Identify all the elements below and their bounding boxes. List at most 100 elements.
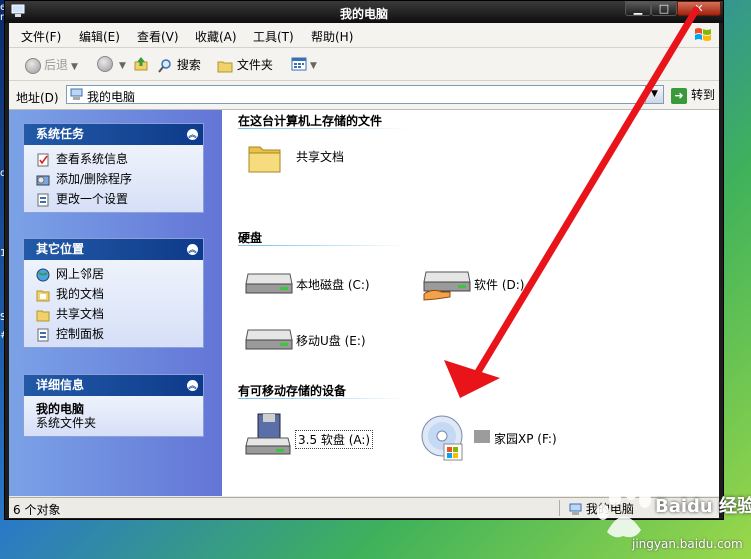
forward-button[interactable]: ▼ <box>97 56 126 72</box>
folders-button[interactable]: 文件夹 <box>217 56 273 74</box>
place-network[interactable]: 网上邻居 <box>24 264 203 284</box>
watermark-text: Baidu 经验 <box>655 496 751 517</box>
details-type: 系统文件夹 <box>36 416 97 430</box>
menu-help[interactable]: 帮助(H) <box>311 28 353 45</box>
task-add-remove-programs[interactable]: 添加/删除程序 <box>24 169 203 189</box>
go-button[interactable]: ➜ 转到 <box>671 86 715 104</box>
item-cd-f[interactable]: 家园XP (F:) <box>420 412 590 462</box>
collapse-icon[interactable]: ︽ <box>187 129 198 140</box>
address-bar: 地址(D) 我的电脑 ▼ ➜ 转到 <box>9 81 719 110</box>
hard-drive-icon <box>245 329 293 350</box>
item-label: 软件 (D:) <box>474 278 525 292</box>
title-bar[interactable]: 我的电脑 ▁ □ ✕ <box>5 1 723 23</box>
window-client: 文件(F) 编辑(E) 查看(V) 收藏(A) 工具(T) 帮助(H) 后退 ▼ … <box>9 23 719 518</box>
search-icon <box>158 58 171 73</box>
documents-icon <box>36 290 50 301</box>
details-panel: 详细信息 ︽ 我的电脑 系统文件夹 <box>23 374 204 437</box>
details-name: 我的电脑 <box>36 402 85 416</box>
address-value: 我的电脑 <box>87 90 136 104</box>
menu-tools[interactable]: 工具(T) <box>253 28 294 45</box>
folder-icon <box>36 310 50 321</box>
chevron-down-icon: ▼ <box>119 60 126 71</box>
item-drive-e[interactable]: 移动U盘 (E:) <box>244 324 404 358</box>
search-label: 搜索 <box>176 58 201 72</box>
system-info-icon <box>37 153 49 166</box>
item-floppy-a[interactable]: 3.5 软盘 (A:) <box>244 412 414 462</box>
menu-edit[interactable]: 编辑(E) <box>79 28 120 45</box>
task-label: 添加/删除程序 <box>56 172 133 186</box>
item-label: 家园XP (F:) <box>494 432 557 446</box>
item-shared-documents[interactable]: 共享文档 <box>246 138 386 178</box>
explorer-window: 我的电脑 ▁ □ ✕ 文件(F) 编辑(E) 查看(V) 收藏(A) 工具(T)… <box>4 0 724 520</box>
window-title: 我的电脑 <box>339 7 388 21</box>
place-my-documents[interactable]: 我的文档 <box>24 284 203 304</box>
maximize-button[interactable]: □ <box>651 1 677 16</box>
place-label: 网上邻居 <box>56 267 105 281</box>
cd-drive-icon <box>421 415 463 461</box>
minimize-button[interactable]: ▁ <box>625 1 651 16</box>
address-dropdown-icon[interactable]: ▼ <box>645 86 663 103</box>
item-label: 本地磁盘 (C:) <box>296 278 370 292</box>
place-control-panel[interactable]: 控制面板 <box>24 324 203 344</box>
task-change-setting[interactable]: 更改一个设置 <box>24 189 203 209</box>
folders-icon <box>217 61 233 72</box>
system-tasks-header[interactable]: 系统任务 ︽ <box>24 124 203 145</box>
status-object-count: 6 个对象 <box>13 503 61 517</box>
group-divider <box>238 128 408 129</box>
control-panel-icon <box>37 193 49 206</box>
menu-favorites[interactable]: 收藏(A) <box>195 28 237 45</box>
task-view-system-info[interactable]: 查看系统信息 <box>24 149 203 169</box>
place-shared-documents[interactable]: 共享文档 <box>24 304 203 324</box>
group-header-stored-files: 在这台计算机上存储的文件 <box>238 114 383 128</box>
details-header[interactable]: 详细信息 ︽ <box>24 375 203 396</box>
hard-drive-icon <box>245 273 293 294</box>
chevron-down-icon: ▼ <box>310 60 317 71</box>
other-places-panel: 其它位置 ︽ 网上邻居 我的文档 共享文档 控制面板 <box>23 238 204 348</box>
item-label: 移动U盘 (E:) <box>296 334 366 348</box>
folders-label: 文件夹 <box>236 58 273 72</box>
my-computer-icon <box>569 503 582 515</box>
up-folder-button[interactable] <box>133 56 149 72</box>
control-panel-icon <box>37 328 49 341</box>
place-label: 控制面板 <box>56 327 105 341</box>
group-divider <box>238 398 408 399</box>
status-location: 我的电脑 <box>569 500 634 517</box>
content-pane: 在这台计算机上存储的文件 共享文档 硬盘 本地磁盘 (C:) 软件 (D:) 移… <box>222 110 719 496</box>
back-button[interactable]: 后退 ▼ <box>25 56 78 74</box>
status-location-label: 我的电脑 <box>585 502 634 516</box>
views-button[interactable]: ▼ <box>291 56 317 72</box>
place-label: 我的文档 <box>56 287 105 301</box>
close-button[interactable]: ✕ <box>677 1 721 16</box>
watermark-url: jingyan.baidu.com <box>632 537 743 551</box>
toolbar: 后退 ▼ ▼ 搜索 文件夹 ▼ <box>9 48 719 81</box>
item-drive-d[interactable]: 软件 (D:) <box>422 266 582 306</box>
panel-title: 详细信息 <box>36 378 85 392</box>
task-label: 更改一个设置 <box>56 192 129 206</box>
panel-title: 系统任务 <box>36 127 85 141</box>
my-computer-icon <box>70 88 83 100</box>
collapse-icon[interactable]: ︽ <box>187 244 198 255</box>
menu-bar: 文件(F) 编辑(E) 查看(V) 收藏(A) 工具(T) 帮助(H) <box>9 23 719 48</box>
menu-view[interactable]: 查看(V) <box>137 28 179 45</box>
address-input[interactable]: 我的电脑 ▼ <box>66 85 664 104</box>
task-label: 查看系统信息 <box>56 152 129 166</box>
collapse-icon[interactable]: ︽ <box>187 380 198 391</box>
network-icon <box>36 268 50 281</box>
menu-file[interactable]: 文件(F) <box>21 28 61 45</box>
status-separator <box>559 500 560 516</box>
item-label: 3.5 软盘 (A:) <box>295 430 374 449</box>
group-header-removable: 有可移动存储的设备 <box>238 384 347 398</box>
up-folder-icon <box>134 57 148 71</box>
task-pane: 系统任务 ︽ 查看系统信息 添加/删除程序 更改一个设置 其它位置 ︽ 网上邻居… <box>9 110 222 496</box>
status-bar: 6 个对象 我的电脑 <box>9 497 719 518</box>
other-places-header[interactable]: 其它位置 ︽ <box>24 239 203 260</box>
group-header-hard-disks: 硬盘 <box>238 231 263 245</box>
back-arrow-icon <box>25 57 41 74</box>
redacted-block <box>474 430 490 443</box>
search-button[interactable]: 搜索 <box>157 56 201 74</box>
item-drive-c[interactable]: 本地磁盘 (C:) <box>244 268 404 302</box>
go-label: 转到 <box>691 88 716 102</box>
windows-logo-icon <box>695 28 711 41</box>
chevron-down-icon: ▼ <box>71 62 78 72</box>
back-label: 后退 <box>44 58 69 72</box>
